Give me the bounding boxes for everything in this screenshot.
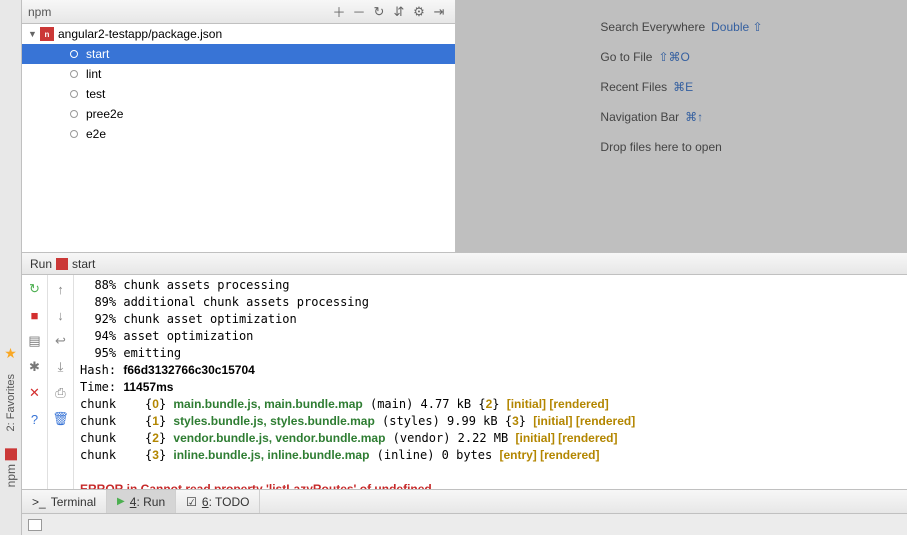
wrap-icon[interactable]: ↩ [51,331,71,351]
stop-icon[interactable]: ■ [25,305,45,325]
pin-icon[interactable]: ✱ [25,357,45,377]
tree-root[interactable]: ▼ n angular2-testapp/package.json [22,24,455,44]
trash-icon[interactable]: 🗑 [51,409,71,429]
favorites-tool-tab[interactable]: 2: Favorites [5,366,17,439]
run-toolbar-primary: ↻ ■ ▤ ✱ ✕ ? [22,275,48,489]
bullet-icon [70,70,78,78]
script-start[interactable]: start [22,44,455,64]
add-icon[interactable]: ＋ [329,2,349,22]
down-icon[interactable]: ↓ [51,305,71,325]
script-pree2e[interactable]: pree2e [22,104,455,124]
placeholder-line: Go to File ⇧⌘O [600,50,689,64]
expand-icon[interactable]: ⇵ [389,2,409,22]
placeholder-line: Search Everywhere Double ⇧ [600,20,762,34]
npm-icon [5,448,17,460]
hide-icon[interactable]: ⇥ [429,2,449,22]
run-tab[interactable]: ▶ 4: Run [107,490,176,513]
bullet-icon [70,50,78,58]
chevron-down-icon[interactable]: ▼ [28,29,40,39]
script-lint[interactable]: lint [22,64,455,84]
print-icon[interactable]: ⎙ [51,383,71,403]
favorites-star-icon: ★ [4,341,17,366]
remove-icon[interactable]: － [349,2,369,22]
up-icon[interactable]: ↑ [51,279,71,299]
run-toolbar-secondary: ↑ ↓ ↩ ⤓ ⎙ 🗑 [48,275,74,489]
rerun-icon[interactable]: ↻ [25,279,45,299]
todo-tab[interactable]: ☑ 6: TODO [176,490,260,513]
bullet-icon [70,130,78,138]
terminal-icon: >_ [32,495,46,509]
layout-icon[interactable]: ▤ [25,331,45,351]
bullet-icon [70,90,78,98]
close-icon[interactable]: ✕ [25,383,45,403]
root-label: angular2-testapp/package.json [58,27,222,41]
npm-scripts-panel: npm ＋ － ↻ ⇵ ⚙ ⇥ ▼ n angular2-testapp/pac… [22,0,456,252]
run-config-name: start [72,257,95,271]
npm-file-icon: n [40,27,54,41]
todo-icon: ☑ [186,495,197,509]
script-e2e[interactable]: e2e [22,124,455,144]
npm-icon [56,258,68,270]
run-header-label: Run [30,257,52,271]
script-test[interactable]: test [22,84,455,104]
npm-tool-tab[interactable]: npm [4,440,18,495]
bullet-icon [70,110,78,118]
placeholder-line: Navigation Bar ⌘↑ [600,110,703,124]
bottom-tool-bar: >_ Terminal ▶ 4: Run ☑ 6: TODO [22,489,907,513]
help-icon[interactable]: ? [25,409,45,429]
console-output[interactable]: 88% chunk assets processing 89% addition… [74,275,907,489]
refresh-icon[interactable]: ↻ [369,2,389,22]
npm-tree: ▼ n angular2-testapp/package.json startl… [22,24,455,252]
placeholder-line: Recent Files ⌘E [600,80,693,94]
play-icon: ▶ [117,496,125,507]
placeholder-line: Drop files here to open [600,140,721,154]
settings-icon[interactable]: ⚙ [409,2,429,22]
left-tool-rail: ★ 2: Favorites npm [0,0,22,535]
run-tool-window: Run start ↻ ■ ▤ ✱ ✕ ? ↑ ↓ ↩ ⤓ ⎙ 🗑 88% ch… [22,252,907,489]
scroll-icon[interactable]: ⤓ [51,357,71,377]
status-bar [22,513,907,535]
editor-placeholder: Search Everywhere Double ⇧ Go to File ⇧⌘O… [456,0,907,252]
npm-panel-title: npm [28,5,329,19]
terminal-tab[interactable]: >_ Terminal [22,490,107,513]
status-box-icon[interactable] [28,519,42,531]
